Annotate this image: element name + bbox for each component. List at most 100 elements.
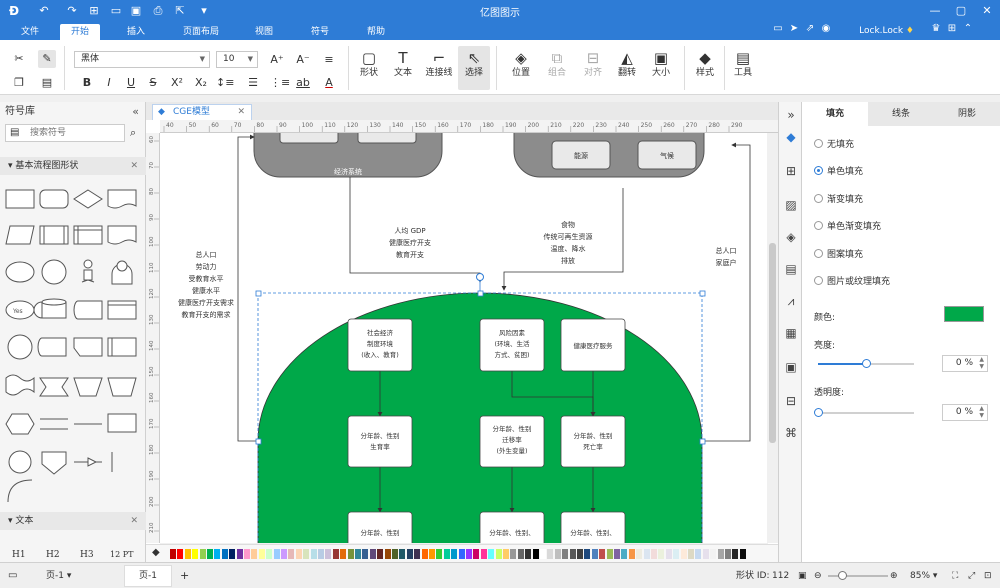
list-icon[interactable]: ☰: [244, 74, 262, 92]
transparency-slider-knob[interactable]: [814, 408, 823, 417]
close-section-icon[interactable]: ✕: [130, 512, 138, 530]
group-button[interactable]: ⧉ 组合: [542, 48, 572, 79]
menu-help[interactable]: 帮助: [356, 24, 396, 40]
vertical-scrollbar[interactable]: [767, 133, 778, 543]
collapse-left-icon[interactable]: «: [132, 102, 139, 122]
text-sample-h1[interactable]: H1: [12, 550, 26, 560]
palette-swatch[interactable]: [221, 549, 228, 559]
shape-process[interactable]: [5, 189, 35, 209]
shape-punched-tape[interactable]: [5, 374, 35, 396]
rotate-handle[interactable]: [476, 273, 484, 281]
tab-close-icon[interactable]: ✕: [237, 105, 245, 119]
palette-swatch[interactable]: [525, 549, 532, 559]
publish-icon[interactable]: ▭: [770, 23, 786, 34]
paste-icon[interactable]: ▤: [38, 74, 56, 92]
palette-swatch[interactable]: [540, 549, 546, 559]
table-icon[interactable]: ▦: [782, 324, 800, 342]
vertical-scroll-thumb[interactable]: [769, 243, 776, 443]
palette-swatch[interactable]: [192, 549, 199, 559]
data-icon[interactable]: ▣: [782, 358, 800, 376]
superscript-icon[interactable]: X²: [168, 74, 186, 92]
palette-swatch[interactable]: [554, 549, 561, 559]
palette-swatch[interactable]: [606, 549, 613, 559]
palette-swatch[interactable]: [458, 549, 465, 559]
palette-swatch[interactable]: [643, 549, 650, 559]
size-button[interactable]: ▣ 大小: [646, 48, 676, 79]
palette-swatch[interactable]: [288, 549, 295, 559]
palette-swatch[interactable]: [732, 549, 739, 559]
search-icon[interactable]: ⌕: [130, 126, 136, 140]
align-text-icon[interactable]: ≡: [320, 51, 338, 69]
copy-icon[interactable]: ❐: [10, 74, 28, 92]
shape-actor[interactable]: [83, 259, 93, 269]
palette-swatch[interactable]: [399, 549, 406, 559]
skin-icon[interactable]: ♛: [928, 23, 944, 34]
palette-swatch[interactable]: [340, 549, 347, 559]
bullet-list-icon[interactable]: ⋮≡: [270, 74, 290, 92]
palette-swatch[interactable]: [303, 549, 310, 559]
palette-swatch[interactable]: [628, 549, 635, 559]
palette-swatch[interactable]: [577, 549, 583, 559]
shape-or[interactable]: [8, 450, 32, 474]
palette-swatch[interactable]: [295, 549, 302, 559]
transparency-slider[interactable]: [814, 408, 914, 417]
brightness-slider[interactable]: [818, 359, 914, 368]
palette-swatch[interactable]: [236, 549, 243, 559]
shape-terminator[interactable]: [5, 261, 35, 283]
menu-view[interactable]: 视图: [244, 24, 284, 40]
palette-swatch[interactable]: [621, 549, 628, 559]
fill-bucket-icon[interactable]: ◆: [152, 547, 160, 558]
palette-swatch[interactable]: [369, 549, 376, 559]
palette-swatch[interactable]: [355, 549, 361, 559]
cut-icon[interactable]: ✂: [10, 50, 28, 68]
palette-swatch[interactable]: [495, 549, 502, 559]
palette-swatch[interactable]: [273, 549, 280, 559]
palette-swatch[interactable]: [266, 549, 273, 559]
bottom-box-1[interactable]: [347, 511, 413, 543]
shape-data[interactable]: [5, 225, 35, 245]
palette-swatch[interactable]: [665, 549, 672, 559]
fit-page-icon[interactable]: ▣: [798, 569, 807, 583]
share-icon[interactable]: ⇗: [802, 23, 818, 34]
format-icon[interactable]: ⊟: [782, 392, 800, 410]
shape-annotation[interactable]: [107, 413, 137, 433]
tools-button[interactable]: ▤ 工具: [728, 48, 758, 79]
export-icon[interactable]: ⇱: [172, 3, 188, 19]
palette-swatch[interactable]: [392, 549, 398, 559]
section-text[interactable]: ▾ 文本 ✕: [0, 512, 146, 530]
palette-swatch[interactable]: [702, 549, 709, 559]
palette-swatch[interactable]: [244, 549, 250, 559]
close-icon[interactable]: ✕: [974, 0, 1000, 22]
radio-pattern-fill[interactable]: 图案填充: [814, 248, 863, 262]
palette-swatch[interactable]: [636, 549, 643, 559]
palette-swatch[interactable]: [170, 549, 176, 559]
user-avatar-icon[interactable]: ◉: [818, 23, 834, 34]
menu-insert[interactable]: 插入: [116, 24, 156, 40]
palette-swatch[interactable]: [318, 549, 324, 559]
menu-file[interactable]: 文件: [10, 24, 50, 40]
apps-icon[interactable]: ⊞: [944, 23, 960, 34]
style-button[interactable]: ◆ 样式: [690, 48, 720, 79]
shape-trapezoid[interactable]: [107, 377, 137, 397]
palette-swatch[interactable]: [229, 549, 236, 559]
drawing-page[interactable]: 经济系统 能源 气候 环境领域 人均 GDP 健康医疗开支 教育开支 食物 传统…: [160, 133, 768, 543]
more-icon[interactable]: ▾: [196, 3, 212, 19]
shape-off-page[interactable]: [39, 377, 69, 397]
tab-fill[interactable]: 填充: [802, 102, 868, 126]
maximize-icon[interactable]: ▢: [948, 0, 974, 22]
undo-icon[interactable]: ↶: [36, 3, 52, 19]
palette-swatch[interactable]: [258, 549, 265, 559]
menu-symbol[interactable]: 符号: [300, 24, 340, 40]
position-button[interactable]: ◈ 位置: [506, 48, 536, 79]
add-page-button[interactable]: +: [180, 569, 189, 583]
user-name[interactable]: Lock.Lock ♦: [859, 24, 914, 38]
shape-multi-document[interactable]: [107, 225, 137, 245]
subscript-icon[interactable]: X₂: [192, 74, 210, 92]
radio-mono-gradient-fill[interactable]: 单色渐变填充: [814, 220, 881, 234]
font-family-select[interactable]: 黑体 ▼: [74, 51, 210, 68]
underline-icon[interactable]: U: [122, 74, 140, 92]
font-shrink-icon[interactable]: A⁻: [294, 51, 312, 69]
align-button[interactable]: ⊟ 对齐: [578, 48, 608, 79]
document-tab[interactable]: ◆ CGE模型 ✕: [152, 104, 252, 120]
palette-swatch[interactable]: [377, 549, 384, 559]
